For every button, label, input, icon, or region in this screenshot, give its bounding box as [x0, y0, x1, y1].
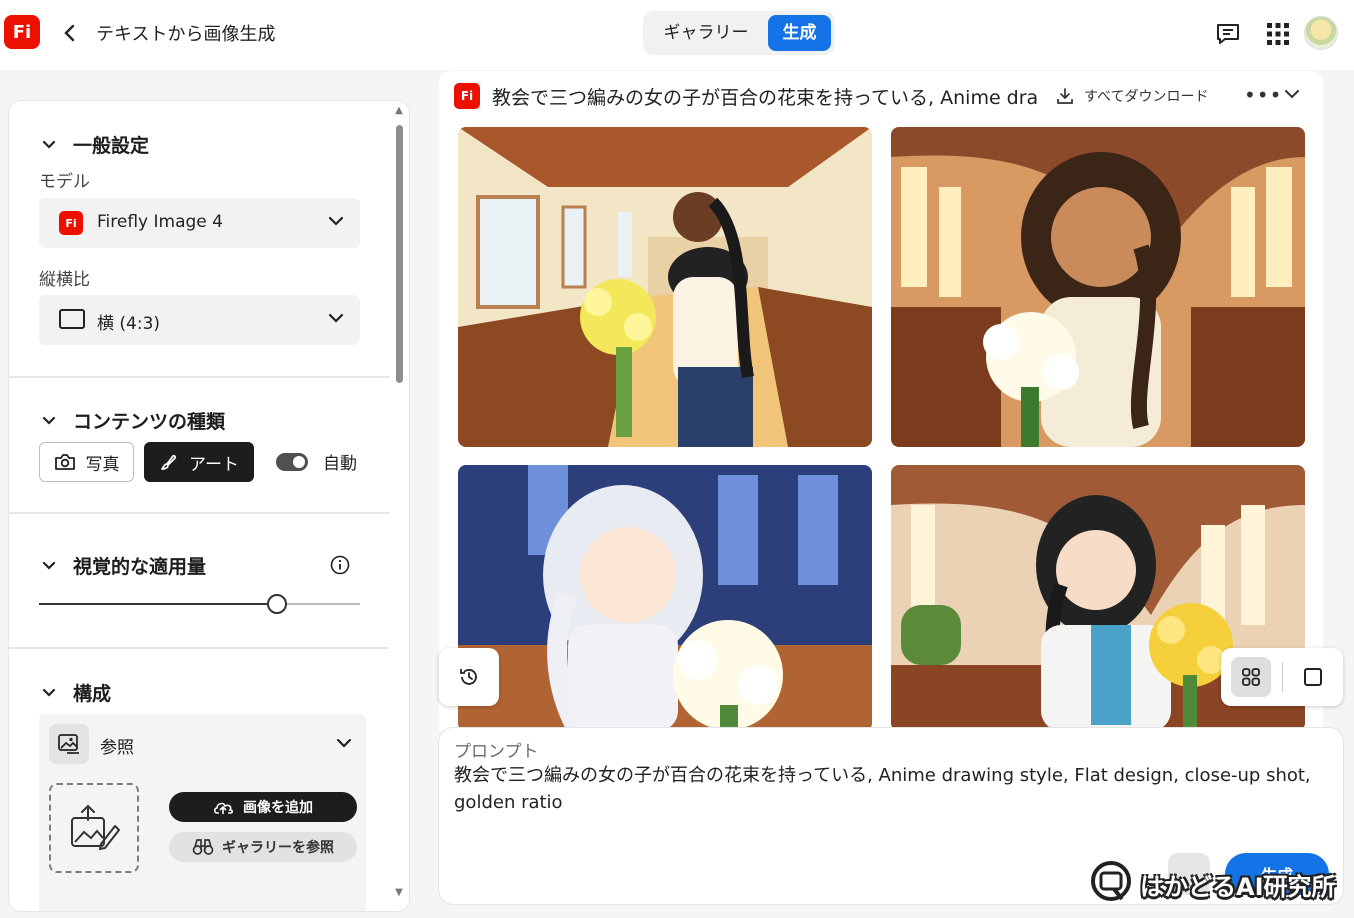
divider: [9, 512, 389, 514]
chevron-down-icon: [39, 557, 59, 575]
result-header: Fi 教会で三つ編みの女の子が百合の花束を持っている, Anime drawin…: [454, 83, 1037, 109]
visual-intensity-fill: [39, 603, 267, 605]
section-visual-intensity-header[interactable]: 視覚的な適用量: [39, 552, 206, 579]
photo-label: 写真: [85, 454, 120, 475]
landscape-icon: [59, 309, 85, 329]
model-label: モデル: [39, 172, 90, 192]
auto-label: 自動: [323, 454, 357, 474]
section-content-type-title: コンテンツの種類: [73, 411, 226, 433]
scroll-thumb[interactable]: [396, 125, 403, 383]
chevron-down-icon: [39, 412, 59, 430]
info-icon[interactable]: [330, 555, 350, 575]
chevron-down-icon[interactable]: [336, 734, 352, 753]
settings-panel: 一般設定 モデル Fi Firefly Image 4 縦横比 横 (4:3) …: [9, 101, 409, 911]
history-icon: [460, 669, 477, 685]
download-all-button[interactable]: すべてダウンロード: [1056, 86, 1208, 106]
browse-gallery-label: ギャラリーを参照: [222, 840, 334, 856]
content-type-photo-button[interactable]: 写真: [39, 442, 134, 482]
chevron-down-icon: [39, 684, 59, 702]
prompt-label: プロンプト: [454, 742, 539, 762]
firefly-badge-icon: Fi: [454, 83, 480, 109]
scroll-down-arrow[interactable]: ▼: [393, 887, 405, 898]
grid-view-button[interactable]: [1231, 657, 1271, 697]
user-avatar[interactable]: [1304, 16, 1338, 50]
scroll-up-arrow[interactable]: ▲: [393, 105, 405, 116]
watermark-text: はかどるAI研究所: [1140, 872, 1336, 901]
chat-icon[interactable]: [1215, 21, 1241, 47]
results-panel: Fi 教会で三つ編みの女の子が百合の花束を持っている, Anime drawin…: [439, 71, 1323, 731]
mode-switch: ギャラリー 生成: [643, 11, 835, 55]
generated-image-3[interactable]: [458, 465, 872, 731]
apps-grid-icon[interactable]: [1266, 22, 1290, 46]
aspect-label: 縦横比: [39, 270, 90, 290]
chevron-down-icon[interactable]: [1284, 85, 1300, 104]
view-mode-toggle: [1221, 648, 1343, 706]
chevron-down-icon: [328, 309, 344, 328]
firefly-logo[interactable]: Fi: [4, 15, 40, 49]
prompt-input[interactable]: 教会で三つ編みの女の子が百合の花束を持っている, Anime drawing s…: [454, 762, 1324, 816]
more-options-icon[interactable]: •••: [1244, 83, 1282, 107]
page-title: テキストから画像生成: [96, 24, 276, 45]
brush-icon: [161, 454, 177, 470]
binoculars-icon: [192, 839, 214, 855]
chevron-down-icon: [328, 212, 344, 231]
download-icon: [1057, 88, 1073, 104]
section-visual-intensity-title: 視覚的な適用量: [73, 556, 207, 578]
section-composition-title: 構成: [73, 683, 112, 705]
single-view-button[interactable]: [1304, 668, 1322, 686]
top-bar: Fi テキストから画像生成 ギャラリー 生成: [0, 0, 1354, 70]
history-button[interactable]: [439, 648, 499, 706]
generated-image-1[interactable]: [458, 127, 872, 447]
section-composition-header[interactable]: 構成: [39, 679, 111, 706]
divider: [9, 647, 389, 649]
section-content-type-header[interactable]: コンテンツの種類: [39, 407, 225, 434]
result-prompt-title: 教会で三つ編みの女の子が百合の花束を持っている, Anime drawing s…: [492, 86, 1037, 109]
reference-upload-dropzone[interactable]: [49, 783, 139, 873]
reference-label: 参照: [100, 738, 134, 758]
visual-intensity-thumb[interactable]: [266, 594, 287, 614]
image-upload-icon: [71, 804, 120, 850]
section-general-title: 一般設定: [73, 135, 150, 157]
browse-gallery-button[interactable]: ギャラリーを参照: [169, 832, 357, 862]
grid-view-icon: [1242, 668, 1260, 686]
art-label: アート: [189, 454, 239, 475]
tab-generate[interactable]: 生成: [768, 15, 831, 51]
cloud-upload-icon: [213, 802, 234, 814]
model-dropdown[interactable]: Fi Firefly Image 4: [39, 198, 360, 248]
watermark: はかどるAI研究所: [1090, 856, 1350, 912]
tab-gallery[interactable]: ギャラリー: [647, 15, 765, 51]
camera-icon: [54, 454, 75, 470]
firefly-model-icon: Fi: [59, 211, 83, 235]
chevron-left-icon: [64, 24, 75, 42]
aspect-dropdown[interactable]: 横 (4:3): [39, 295, 360, 345]
divider: [1282, 662, 1283, 692]
generated-image-2[interactable]: [891, 127, 1305, 447]
section-general-header[interactable]: 一般設定: [39, 131, 149, 158]
add-image-button[interactable]: 画像を追加: [169, 792, 357, 822]
divider: [9, 376, 389, 378]
reference-card: 参照 画像を追加 ギャラリーを参照: [39, 714, 366, 911]
content-type-art-button[interactable]: アート: [144, 442, 254, 482]
reference-image-icon: [49, 724, 89, 764]
add-image-label: 画像を追加: [243, 800, 313, 816]
watermark-logo-icon: [1091, 861, 1131, 901]
auto-toggle[interactable]: [276, 453, 308, 471]
back-button[interactable]: [60, 22, 80, 44]
chevron-down-icon: [39, 136, 59, 154]
model-value: Firefly Image 4: [97, 212, 223, 232]
aspect-value: 横 (4:3): [97, 314, 161, 334]
settings-scrollbar[interactable]: ▲ ▼: [392, 105, 406, 905]
download-all-label: すべてダウンロード: [1084, 89, 1209, 105]
